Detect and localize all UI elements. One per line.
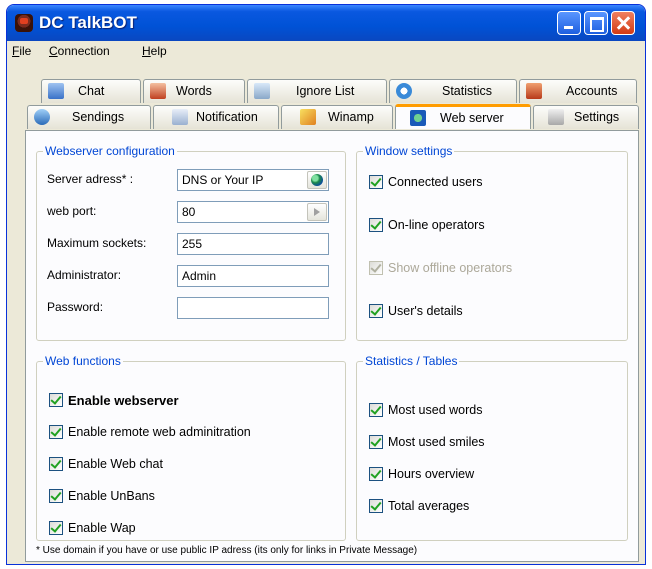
web-port-button[interactable] (307, 203, 327, 221)
globe-icon (311, 174, 323, 186)
winamp-icon (300, 109, 316, 125)
checkbox-checked[interactable] (49, 393, 63, 407)
tab-ignore-list[interactable]: Ignore List (247, 79, 387, 103)
web-port-input[interactable]: 80 (177, 201, 329, 223)
title-bar[interactable]: DC TalkBOT (7, 5, 645, 41)
minimize-button[interactable] (557, 11, 581, 35)
webserver-configuration-title: Webserver configuration (43, 144, 177, 158)
checkbox-checked[interactable] (49, 489, 63, 503)
max-sockets-input[interactable]: 255 (177, 233, 329, 255)
close-button[interactable] (611, 11, 635, 35)
accounts-icon (526, 83, 542, 99)
statistics-tables-group: Statistics / Tables Most used words Most… (356, 354, 628, 541)
checkbox-checked[interactable] (369, 435, 383, 449)
webserver-configuration-group: Webserver configuration Server adress* :… (36, 144, 346, 341)
words-icon (150, 83, 166, 99)
menu-help[interactable]: Help (142, 44, 167, 58)
checkbox-checked[interactable] (49, 521, 63, 535)
administrator-label: Administrator: (47, 268, 122, 282)
sendings-icon (34, 109, 50, 125)
chat-icon (48, 83, 64, 99)
notification-icon (172, 109, 188, 125)
web-port-label: web port: (47, 204, 97, 218)
window-settings-title: Window settings (363, 144, 455, 158)
maximize-button[interactable] (584, 11, 608, 35)
checkbox-checked[interactable] (369, 175, 383, 189)
tab-words[interactable]: Words (143, 79, 245, 103)
resolve-ip-button[interactable] (307, 171, 327, 189)
window-settings-group: Window settings Connected users On-line … (356, 144, 628, 341)
checkbox-checked[interactable] (369, 467, 383, 481)
statistics-tables-title: Statistics / Tables (363, 354, 460, 368)
web-functions-group: Web functions Enable webserver Enable re… (36, 354, 346, 541)
tab-notification[interactable]: Notification (153, 105, 279, 129)
max-sockets-label: Maximum sockets: (47, 236, 147, 250)
statistics-icon (396, 83, 412, 99)
arrow-right-icon (314, 208, 320, 216)
checkbox-checked[interactable] (369, 499, 383, 513)
tab-chat[interactable]: Chat (41, 79, 141, 103)
tab-winamp[interactable]: Winamp (281, 105, 393, 129)
tab-web-server[interactable]: Web server (395, 104, 531, 129)
app-window: DC TalkBOT File Connection Help Chat Wor… (6, 4, 646, 565)
tab-settings[interactable]: Settings (533, 105, 639, 129)
checkbox-checked[interactable] (369, 304, 383, 318)
menu-file[interactable]: File (12, 44, 31, 58)
menu-bar: File Connection Help (7, 41, 645, 61)
tab-sendings[interactable]: Sendings (27, 105, 151, 129)
tab-panel-web-server: Webserver configuration Server adress* :… (25, 130, 639, 562)
web-functions-title: Web functions (43, 354, 123, 368)
app-logo-icon (15, 14, 33, 32)
tab-accounts[interactable]: Accounts (519, 79, 637, 103)
administrator-input[interactable]: Admin (177, 265, 329, 287)
tab-statistics[interactable]: Statistics (389, 79, 517, 103)
password-input[interactable] (177, 297, 329, 319)
footnote: * Use domain if you have or use public I… (36, 545, 418, 556)
web-server-icon (410, 110, 426, 126)
checkbox-checked[interactable] (369, 403, 383, 417)
server-address-input[interactable]: DNS or Your IP (177, 169, 329, 191)
server-address-label: Server adress* : (47, 172, 134, 186)
ignore-list-icon (254, 83, 270, 99)
password-label: Password: (47, 300, 104, 314)
checkbox-checked[interactable] (49, 457, 63, 471)
window-title: DC TalkBOT (39, 13, 137, 32)
checkbox-checked-disabled (369, 261, 383, 275)
settings-icon (548, 109, 564, 125)
menu-connection[interactable]: Connection (49, 44, 110, 58)
checkbox-checked[interactable] (369, 218, 383, 232)
checkbox-checked[interactable] (49, 425, 63, 439)
